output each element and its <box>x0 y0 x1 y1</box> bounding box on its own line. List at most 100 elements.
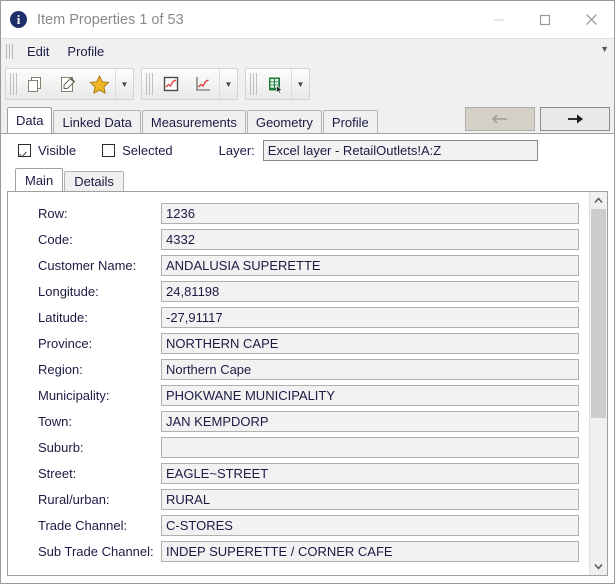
field-row: Sub Trade Channel: INDEP SUPERETTE / CORN… <box>8 538 589 564</box>
field-row: Municipality: PHOKWANE MUNICIPALITY <box>8 382 589 408</box>
data-tab-page: Visible Selected Layer: Excel layer - Re… <box>1 133 614 583</box>
maximize-button[interactable] <box>522 1 568 38</box>
copy-icon <box>27 76 41 92</box>
field-label: Rural/urban: <box>38 491 110 507</box>
tab-linked-data[interactable]: Linked Data <box>53 110 141 133</box>
main-tab-strip: Data Linked Data Measurements Geometry P… <box>1 104 614 133</box>
field-input[interactable]: -27,91117 <box>161 306 579 328</box>
field-input[interactable]: 24,81198 <box>161 280 579 302</box>
field-label: Customer Name: <box>38 257 137 273</box>
close-icon <box>585 14 597 25</box>
field-label: Region: <box>38 361 83 377</box>
previous-record-button[interactable] <box>465 107 535 131</box>
field-row: Latitude: -27,91117 <box>8 304 589 330</box>
field-input[interactable] <box>161 436 579 458</box>
menu-item-profile[interactable]: Profile <box>58 41 113 63</box>
scroll-down-button[interactable] <box>590 558 607 575</box>
inner-tab-details[interactable]: Details <box>64 171 124 191</box>
chart-boxed-icon <box>163 76 179 92</box>
fields-list: Row: 1236 Code: 4332 Customer Name: ANDALUSIA… <box>8 192 589 575</box>
favorite-star-button[interactable] <box>83 69 115 99</box>
field-input[interactable]: INDEP SUPERETTE / CORNER CAFE <box>161 540 579 562</box>
menu-item-edit[interactable]: Edit <box>18 41 58 63</box>
edit-note-button[interactable] <box>51 69 83 99</box>
selected-checkbox-group[interactable]: Selected <box>102 143 173 158</box>
selected-checkbox[interactable] <box>102 143 116 157</box>
field-label: Code: <box>38 231 73 247</box>
field-label: Suburb: <box>38 439 84 455</box>
field-input[interactable]: JAN KEMPDORP <box>161 410 579 432</box>
field-input[interactable]: 4332 <box>161 228 579 250</box>
field-row: Region: Northern Cape <box>8 356 589 382</box>
field-label: Sub Trade Channel: <box>38 543 154 559</box>
excel-export-icon <box>269 77 284 94</box>
visible-checkbox[interactable] <box>18 143 31 157</box>
field-label: Town: <box>38 413 72 429</box>
toolbar-group-charts: ▼ <box>141 68 238 100</box>
tab-measurements[interactable]: Measurements <box>141 110 246 133</box>
field-row: Street: EAGLE~STREET <box>8 460 589 486</box>
minimize-icon <box>494 19 504 20</box>
menu-grip-handle[interactable] <box>6 44 14 59</box>
scroll-thumb[interactable] <box>591 209 606 419</box>
field-input[interactable]: EAGLE~STREET <box>161 462 579 484</box>
field-label: Trade Channel: <box>38 517 128 533</box>
info-icon: i <box>10 11 27 28</box>
chart-axes-icon <box>196 77 210 91</box>
field-row: Rural/urban: RURAL <box>8 486 589 512</box>
toolbar: ▼ ▼ ▼ <box>1 64 614 104</box>
title-bar: i Item Properties 1 of 53 <box>1 1 614 38</box>
field-label: Latitude: <box>38 309 88 325</box>
chart-axes-button[interactable] <box>187 69 219 99</box>
excel-export-button[interactable] <box>259 69 291 99</box>
visible-label: Visible <box>38 142 77 158</box>
next-record-button[interactable] <box>540 107 610 131</box>
star-icon <box>88 74 110 94</box>
close-button[interactable] <box>568 1 614 38</box>
clipboard-dropdown-button[interactable]: ▼ <box>115 69 133 99</box>
field-row: Town: JAN KEMPDORP <box>8 408 589 434</box>
tab-data[interactable]: Data <box>7 107 53 133</box>
field-row: Longitude: 24,81198 <box>8 278 589 304</box>
inner-tab-main[interactable]: Main <box>15 168 64 191</box>
fields-vertical-scrollbar[interactable] <box>589 192 607 575</box>
field-input[interactable]: RURAL <box>161 488 579 510</box>
field-row: Province: NORTHERN CAPE <box>8 330 589 356</box>
maximize-icon <box>539 14 551 25</box>
scroll-up-button[interactable] <box>590 192 607 209</box>
tab-geometry[interactable]: Geometry <box>246 110 322 133</box>
field-label: Province: <box>38 335 93 351</box>
arrow-left-icon <box>491 114 507 124</box>
menu-overflow-chevron-down-icon[interactable]: ▼ <box>600 45 609 54</box>
item-properties-window: i Item Properties 1 of 53 Edit Profile ▼… <box>0 0 615 584</box>
field-input[interactable]: 1236 <box>161 202 579 224</box>
field-input[interactable]: Northern Cape <box>161 358 579 380</box>
field-label: Municipality: <box>38 387 110 403</box>
export-dropdown-button[interactable]: ▼ <box>291 69 309 99</box>
copy-button[interactable] <box>19 69 51 99</box>
edit-note-icon <box>60 76 75 92</box>
toolbar-grip-handle-3[interactable] <box>250 73 257 95</box>
visible-checkbox-group[interactable]: Visible <box>18 143 76 158</box>
chevron-down-icon <box>594 564 603 570</box>
minimize-button[interactable] <box>476 1 522 38</box>
tab-profile[interactable]: Profile <box>322 110 378 133</box>
field-row: Code: 4332 <box>8 226 589 252</box>
arrow-right-icon <box>568 114 583 124</box>
field-input[interactable]: ANDALUSIA SUPERETTE <box>161 254 579 276</box>
chart-boxed-button[interactable] <box>155 69 187 99</box>
field-label: Row: <box>38 205 68 221</box>
charts-dropdown-button[interactable]: ▼ <box>219 69 237 99</box>
scroll-track[interactable] <box>590 209 607 558</box>
toolbar-grip-handle-2[interactable] <box>146 73 153 95</box>
field-input[interactable]: C-STORES <box>161 514 579 536</box>
field-row: Trade Channel: C-STORES <box>8 512 589 538</box>
field-input[interactable]: NORTHERN CAPE <box>161 332 579 354</box>
layer-input[interactable]: Excel layer - RetailOutlets!A:Z <box>262 139 538 161</box>
field-input[interactable]: PHOKWANE MUNICIPALITY <box>161 384 579 406</box>
menu-bar: Edit Profile ▼ <box>1 38 614 64</box>
field-row: Suburb: <box>8 434 589 460</box>
inner-tab-container: Main Details Row: 1236 Code: 4332 Customer N… <box>7 166 608 576</box>
toolbar-grip-handle-1[interactable] <box>10 73 17 95</box>
field-row: Row: 1236 <box>8 200 589 226</box>
